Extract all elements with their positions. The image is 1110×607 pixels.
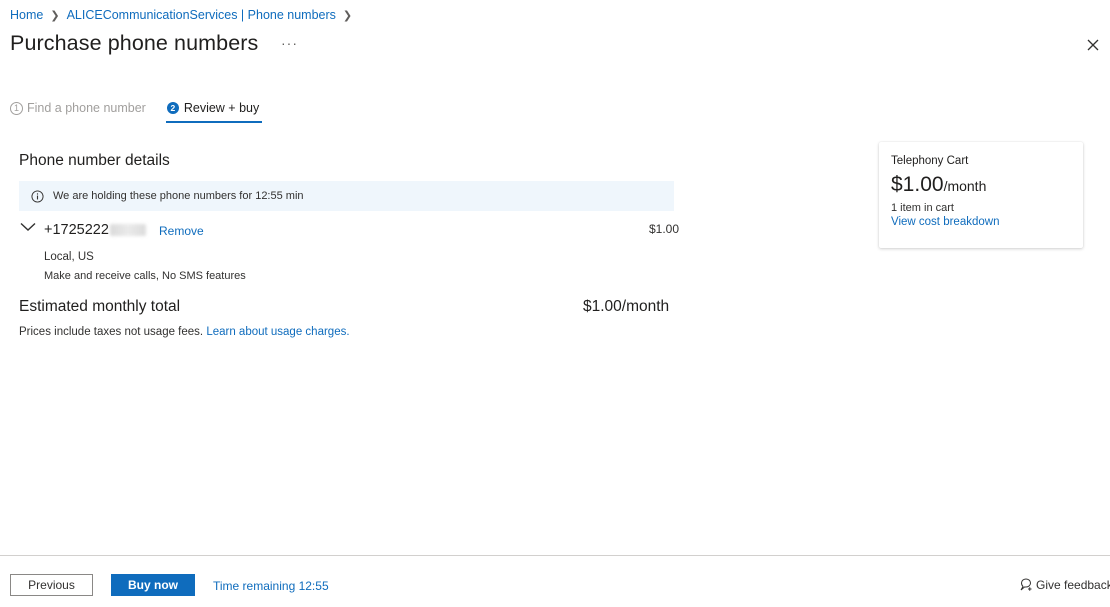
previous-button[interactable]: Previous	[10, 574, 93, 596]
step-find-phone-number[interactable]: 1 Find a phone number	[10, 98, 146, 118]
give-feedback-button[interactable]: Give feedback	[1019, 578, 1110, 592]
chevron-down-icon[interactable]	[20, 222, 36, 232]
active-step-indicator	[165, 121, 262, 123]
cart-price: $1.00 /month	[891, 173, 1071, 197]
phone-number-text: +1725222	[44, 222, 109, 238]
line-item-price: $1.00	[649, 222, 680, 236]
cart-item-count: 1 item in cart	[891, 202, 954, 214]
chevron-right-icon: ❯	[342, 9, 353, 22]
holding-notice-bar: We are holding these phone numbers for 1…	[19, 181, 674, 211]
cart-price-amount: $1.00	[891, 173, 944, 196]
estimated-total-label: Estimated monthly total	[19, 298, 181, 315]
step-number-badge: 2	[166, 102, 179, 114]
cart-price-period: /month	[943, 178, 987, 194]
breadcrumb-phone-numbers[interactable]: ALICECommunicationServices | Phone numbe…	[67, 8, 336, 22]
step-label: Find a phone number	[27, 101, 146, 115]
step-review-buy[interactable]: 2 Review + buy	[166, 98, 260, 118]
footer-divider	[0, 555, 1110, 556]
page-title: Purchase phone numbers	[10, 31, 259, 55]
info-icon	[31, 189, 44, 203]
chevron-right-icon: ❯	[50, 9, 60, 22]
view-cost-breakdown-link[interactable]: View cost breakdown	[891, 216, 1071, 228]
prices-note-text: Prices include taxes not usage fees.	[19, 326, 204, 338]
more-options-icon[interactable]: ···	[281, 36, 298, 50]
wizard-steps: 1 Find a phone number 2 Review + buy	[10, 98, 262, 123]
remove-number-link[interactable]: Remove	[159, 224, 204, 238]
phone-number-details-heading: Phone number details	[19, 152, 170, 169]
number-location: Local, US	[44, 251, 94, 263]
feedback-icon	[1020, 578, 1032, 591]
close-icon[interactable]	[1085, 37, 1101, 53]
estimated-total-value: $1.00/month	[583, 298, 670, 315]
phone-number: +1725222	[44, 222, 146, 238]
cart-title: Telephony Cart	[891, 155, 969, 167]
redacted-digits	[109, 224, 146, 236]
give-feedback-label: Give feedback	[1036, 578, 1110, 592]
time-remaining: Time remaining 12:55	[213, 579, 329, 593]
usage-charges-link[interactable]: Learn about usage charges.	[206, 326, 349, 338]
breadcrumb-home[interactable]: Home	[10, 8, 43, 22]
buy-now-button[interactable]: Buy now	[111, 574, 195, 596]
prices-note: Prices include taxes not usage fees. Lea…	[19, 326, 350, 338]
step-number-badge: 1	[10, 101, 23, 115]
holding-notice-text: We are holding these phone numbers for 1…	[53, 190, 304, 202]
step-label: Review + buy	[183, 101, 260, 115]
breadcrumb: Home ❯ ALICECommunicationServices | Phon…	[10, 8, 359, 22]
telephony-cart: Telephony Cart $1.00 /month 1 item in ca…	[879, 142, 1083, 248]
number-features: Make and receive calls, No SMS features	[44, 270, 246, 282]
